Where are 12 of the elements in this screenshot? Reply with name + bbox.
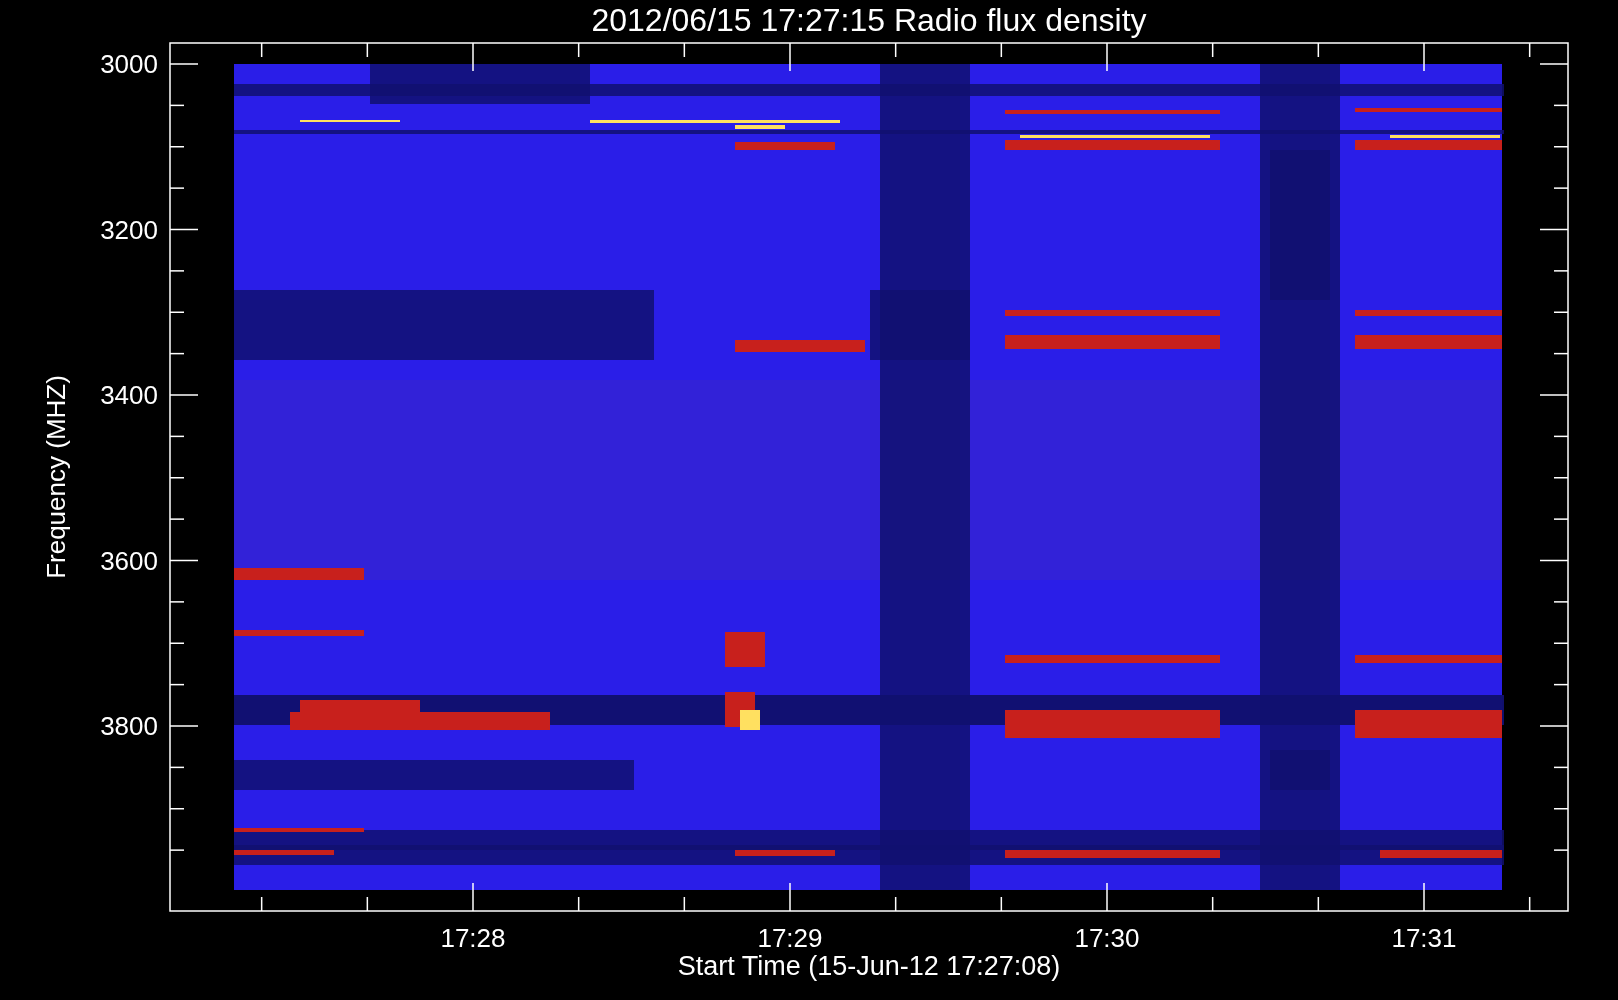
x-axis-label: Start Time (15-Jun-12 17:27:08) <box>677 951 1061 981</box>
y-tick-label: 3800 <box>100 711 158 741</box>
x-tick-label: 17:29 <box>757 923 823 953</box>
y-tick-label: 3400 <box>100 380 158 410</box>
y-tick-label: 3000 <box>100 49 158 79</box>
x-tick-label: 17:28 <box>440 923 506 953</box>
y-tick-label: 3600 <box>100 545 158 576</box>
x-tick-label: 17:31 <box>1391 923 1457 953</box>
chart-title: 2012/06/15 17:27:15 Radio flux density <box>591 2 1147 38</box>
y-tick-label: 3200 <box>100 214 158 245</box>
y-axis-label: Frequency (MHZ) <box>41 375 71 579</box>
x-tick-label: 17:30 <box>1074 923 1140 953</box>
